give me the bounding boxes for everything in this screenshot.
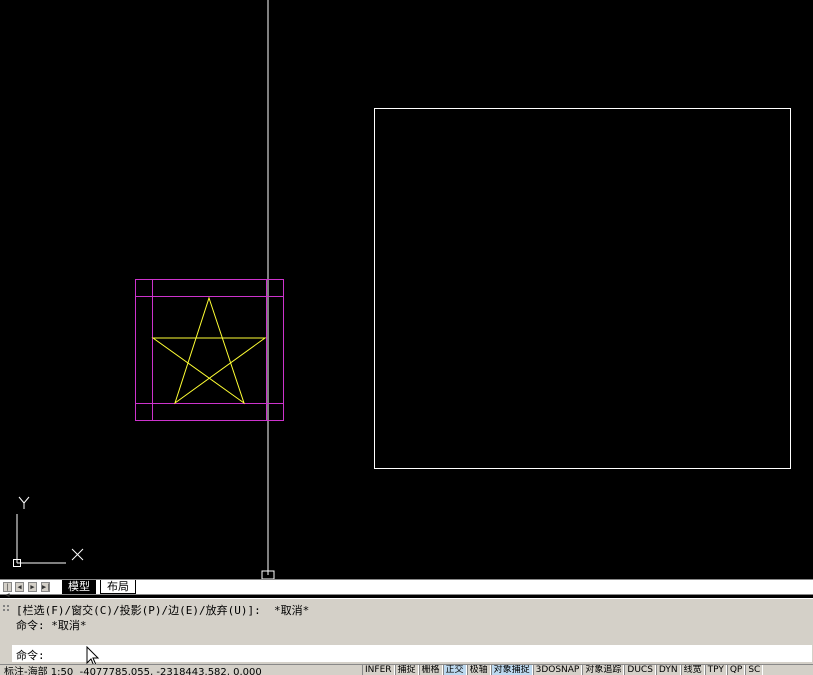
status-toggle-正交[interactable]: 正交 (442, 665, 467, 675)
grip-icon[interactable] (2, 603, 10, 623)
command-window: [栏选(F)/窗交(C)/投影(P)/边(E)/放弃(U)]: *取消* 命令:… (0, 598, 813, 664)
first-tab-button[interactable]: |◀ (3, 582, 12, 599)
status-toggle-3dosnap[interactable]: 3DOSNAP (532, 665, 583, 675)
layout-tab-bar: |◀ ◀ ▶ ▶| 模型 布局 (0, 579, 813, 599)
command-prompt: 命令: (16, 649, 45, 662)
next-tab-button[interactable]: ▶ (28, 582, 37, 592)
status-toggle-tpy[interactable]: TPY (704, 665, 727, 675)
prev-arrow-icon: ◀ (17, 583, 22, 591)
first-arrow-icon: |◀ (5, 583, 10, 599)
status-bar: 标注-海部 1:50 -4077785.055, -2318443.582, 0… (0, 664, 813, 675)
command-history-line: [栏选(F)/窗交(C)/投影(P)/边(E)/放弃(U)]: *取消* (16, 604, 310, 617)
model-space-svg[interactable]: X Y (0, 0, 813, 580)
status-toggles: INFER 捕捉 栅格 正交 极轴 对象捕捉 3DOSNAP 对象追踪 DUCS DYN 线宽 TPY… (362, 665, 764, 675)
command-history-line: 命令: *取消* (16, 619, 87, 632)
status-toggle-捕捉[interactable]: 捕捉 (394, 665, 419, 675)
ucs-icon (13, 496, 84, 567)
status-toggle-sc[interactable]: SC (745, 665, 764, 675)
next-arrow-icon: ▶ (30, 583, 35, 591)
star-shape[interactable] (151, 296, 267, 405)
drawing-canvas[interactable]: X Y (0, 0, 813, 580)
coordinate-readout: 标注-海部 1:50 -4077785.055, -2318443.582, 0… (4, 667, 262, 675)
status-toggle-ducs[interactable]: DUCS (624, 665, 656, 675)
status-toggle-dyn[interactable]: DYN (655, 665, 681, 675)
prev-tab-button[interactable]: ◀ (15, 582, 24, 592)
white-rectangle[interactable] (374, 108, 791, 469)
last-arrow-icon: ▶| (42, 583, 51, 591)
status-toggle-极轴[interactable]: 极轴 (466, 665, 491, 675)
status-toggle-qp[interactable]: QP (726, 665, 746, 675)
status-toggle-栅格[interactable]: 栅格 (418, 665, 443, 675)
status-toggle-对象追踪[interactable]: 对象追踪 (582, 665, 625, 675)
status-toggle-对象捕捉[interactable]: 对象捕捉 (490, 665, 533, 675)
last-tab-button[interactable]: ▶| (41, 582, 50, 592)
status-toggle-线宽[interactable]: 线宽 (680, 665, 705, 675)
tab-layout[interactable]: 布局 (100, 580, 136, 594)
command-input[interactable]: 命令: (12, 645, 812, 662)
status-toggle-infer[interactable]: INFER (362, 665, 395, 675)
tab-model[interactable]: 模型 (62, 580, 96, 594)
